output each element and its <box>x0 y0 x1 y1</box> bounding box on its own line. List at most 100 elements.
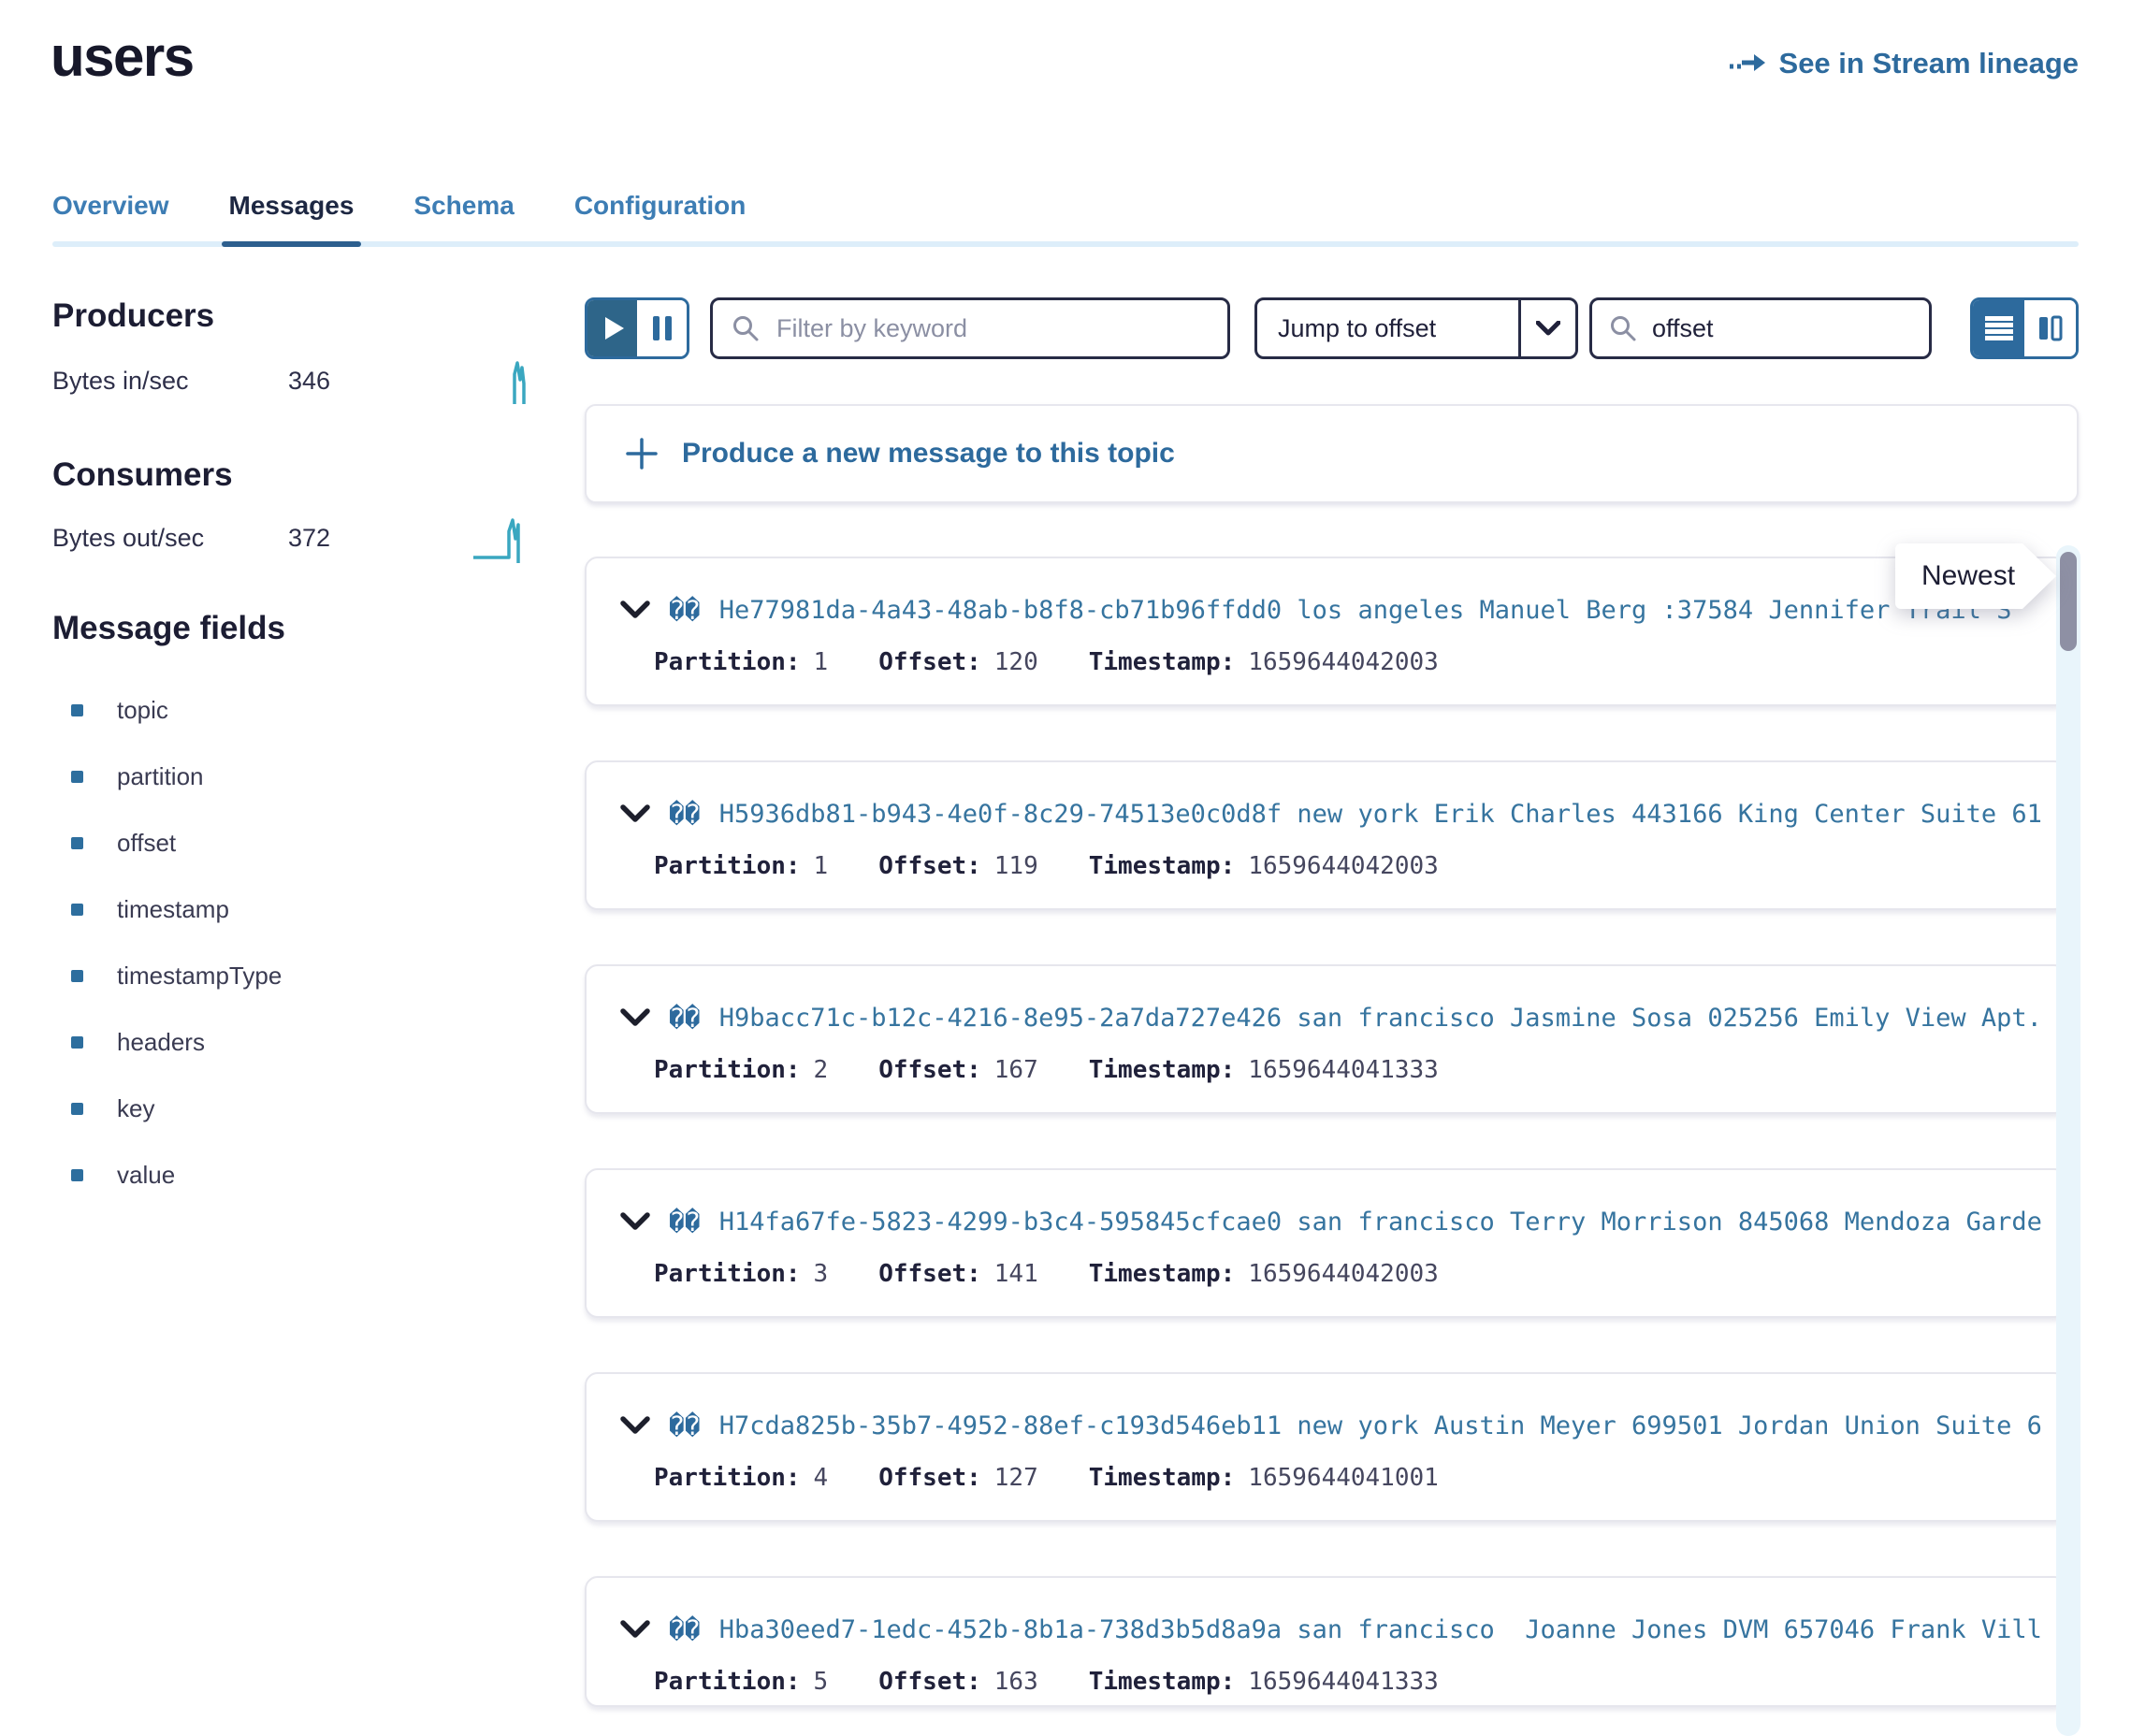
field-bullet-icon <box>71 970 83 982</box>
offset-value: 127 <box>994 1464 1038 1492</box>
field-bullet-icon <box>71 771 83 783</box>
newest-tooltip-label: Newest <box>1921 560 2015 592</box>
tab-configuration[interactable]: Configuration <box>574 191 747 247</box>
timestamp-label: Timestamp: <box>1089 648 1236 676</box>
offset-label: Offset: <box>878 1464 981 1492</box>
chevron-down-icon[interactable] <box>620 600 650 619</box>
filter-keyword-input[interactable] <box>775 313 1209 344</box>
bytes-in-value: 346 <box>288 367 330 396</box>
partition-label: Partition: <box>654 1260 801 1288</box>
pause-icon <box>665 316 672 340</box>
field-item-timestamp: timestamp <box>52 876 492 943</box>
messages-list: �� He77981da-4a43-48ab-b8f8-cb71b96ffdd0… <box>585 557 2067 1707</box>
message-key-glyphs: �� <box>669 799 701 830</box>
chevron-down-icon[interactable] <box>620 1212 650 1231</box>
message-card[interactable]: �� H14fa67fe-5823-4299-b3c4-595845cfcae0… <box>585 1168 2067 1318</box>
chevron-down-icon[interactable] <box>620 1416 650 1435</box>
offset-label: Offset: <box>878 1668 981 1696</box>
message-key-value-text: H5936db81-b943-4e0f-8c29-74513e0c0d8f ne… <box>719 800 2043 829</box>
partition-value: 3 <box>814 1260 829 1288</box>
message-key-glyphs: �� <box>669 1410 701 1441</box>
chevron-down-icon[interactable] <box>1518 300 1575 356</box>
offset-label: Offset: <box>878 1260 981 1288</box>
search-icon <box>732 314 760 342</box>
timestamp-label: Timestamp: <box>1089 1668 1236 1696</box>
jump-to-offset-value: Jump to offset <box>1257 314 1518 343</box>
produce-message-button[interactable]: Produce a new message to this topic <box>585 404 2079 503</box>
field-item-partition: partition <box>52 744 492 810</box>
offset-label: Offset: <box>878 648 981 676</box>
tab-messages[interactable]: Messages <box>229 191 355 247</box>
message-card[interactable]: �� He77981da-4a43-48ab-b8f8-cb71b96ffdd0… <box>585 557 2067 706</box>
message-card[interactable]: �� Hba30eed7-1edc-452b-8b1a-738d3b5d8a9a… <box>585 1576 2067 1707</box>
plus-icon <box>626 438 658 470</box>
bytes-in-label: Bytes in/sec <box>52 367 288 396</box>
chevron-down-icon[interactable] <box>620 1620 650 1639</box>
field-label: headers <box>117 1028 205 1057</box>
messages-toolbar: Jump to offset <box>585 297 2079 359</box>
list-view-button[interactable] <box>1973 300 2024 356</box>
message-card[interactable]: �� H9bacc71c-b12c-4216-8e95-2a7da727e426… <box>585 964 2067 1114</box>
tab-schema[interactable]: Schema <box>413 191 514 247</box>
timestamp-value: 1659644041001 <box>1248 1464 1439 1492</box>
field-item-value: value <box>52 1142 492 1208</box>
field-label: value <box>117 1161 175 1190</box>
message-key-value-text: He77981da-4a43-48ab-b8f8-cb71b96ffdd0 lo… <box>719 596 2043 625</box>
list-view-icon <box>1985 316 2013 340</box>
field-bullet-icon <box>71 837 83 849</box>
jump-to-offset-select[interactable]: Jump to offset <box>1254 297 1578 359</box>
offset-search-input[interactable] <box>1650 313 1912 344</box>
message-card[interactable]: �� H7cda825b-35b7-4952-88ef-c193d546eb11… <box>585 1372 2067 1522</box>
message-meta: Partition:1 Offset:119 Timestamp:1659644… <box>620 852 2043 880</box>
search-icon <box>1609 314 1637 342</box>
timestamp-value: 1659644042003 <box>1248 648 1439 676</box>
offset-search-box <box>1589 297 1932 359</box>
field-bullet-icon <box>71 1036 83 1049</box>
timestamp-label: Timestamp: <box>1089 852 1236 880</box>
partition-value: 1 <box>814 648 829 676</box>
field-bullet-icon <box>71 704 83 716</box>
partition-label: Partition: <box>654 648 801 676</box>
column-view-button[interactable] <box>2024 300 2076 356</box>
field-label: timestampType <box>117 962 282 991</box>
bytes-out-value: 372 <box>288 524 330 553</box>
offset-value: 120 <box>994 648 1038 676</box>
partition-value: 4 <box>814 1464 829 1492</box>
column-view-icon <box>2037 315 2064 341</box>
page-title: users <box>51 24 194 89</box>
partition-label: Partition: <box>654 1464 801 1492</box>
field-item-offset: offset <box>52 810 492 876</box>
pause-button[interactable] <box>637 300 687 356</box>
offset-value: 141 <box>994 1260 1038 1288</box>
offset-label: Offset: <box>878 852 981 880</box>
offset-value: 119 <box>994 852 1038 880</box>
filter-keyword-box <box>710 297 1230 359</box>
message-key-value-text: Hba30eed7-1edc-452b-8b1a-738d3b5d8a9a sa… <box>719 1615 2043 1644</box>
chevron-down-icon[interactable] <box>620 804 650 823</box>
see-in-stream-lineage-link[interactable]: See in Stream lineage <box>1729 47 2079 80</box>
messages-scrollbar-thumb[interactable] <box>2060 552 2077 651</box>
message-fields-heading: Message fields <box>52 610 285 647</box>
offset-value: 167 <box>994 1056 1038 1084</box>
topic-tabs: Overview Messages Schema Configuration <box>52 191 2079 247</box>
offset-value: 163 <box>994 1668 1038 1696</box>
tab-overview[interactable]: Overview <box>52 191 169 247</box>
bytes-out-label: Bytes out/sec <box>52 524 288 553</box>
message-card[interactable]: �� H5936db81-b943-4e0f-8c29-74513e0c0d8f… <box>585 760 2067 910</box>
field-label: key <box>117 1094 154 1123</box>
pause-icon <box>653 316 660 340</box>
field-label: offset <box>117 829 176 858</box>
partition-label: Partition: <box>654 1056 801 1084</box>
field-bullet-icon <box>71 1103 83 1115</box>
topic-messages-page: { "page": { "title": "users" }, "header"… <box>0 0 2131 1736</box>
timestamp-label: Timestamp: <box>1089 1056 1236 1084</box>
message-meta: Partition:5 Offset:163 Timestamp:1659644… <box>620 1668 2043 1696</box>
partition-label: Partition: <box>654 1668 801 1696</box>
timestamp-label: Timestamp: <box>1089 1260 1236 1288</box>
message-key-value-text: H14fa67fe-5823-4299-b3c4-595845cfcae0 sa… <box>719 1208 2043 1237</box>
play-button[interactable] <box>587 300 637 356</box>
chevron-down-icon[interactable] <box>620 1008 650 1027</box>
timestamp-value: 1659644042003 <box>1248 852 1439 880</box>
message-key-glyphs: �� <box>669 1207 701 1237</box>
messages-scrollbar-track[interactable] <box>2056 545 2080 1736</box>
